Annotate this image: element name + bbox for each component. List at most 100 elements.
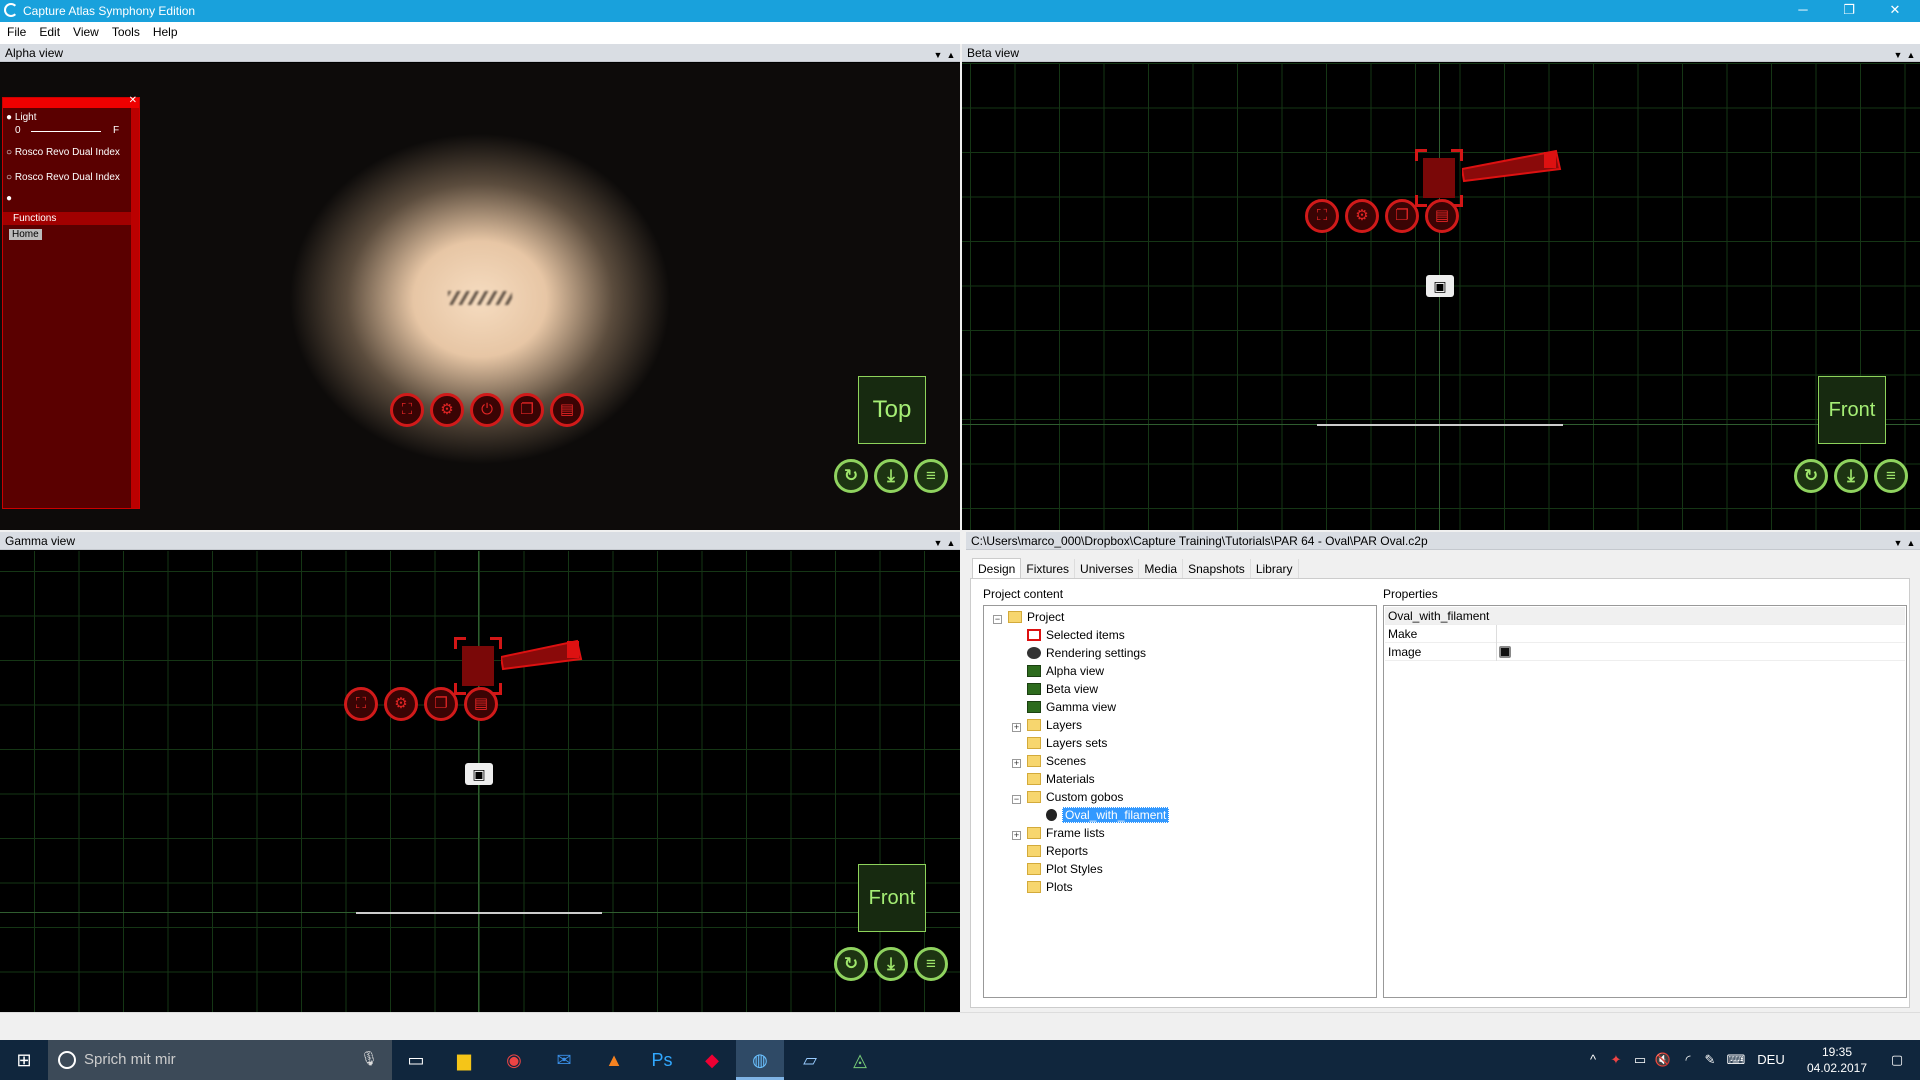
tree-item[interactable]: Frame lists (1027, 826, 1105, 844)
outlook-icon[interactable]: ✉ (540, 1040, 588, 1080)
focus-frame-icon[interactable]: ⛶ (390, 393, 424, 427)
tree-item[interactable]: Custom gobos (1027, 790, 1123, 808)
property-row[interactable]: Make (1385, 625, 1905, 643)
focus-frame-icon[interactable]: ⛶ (1305, 199, 1339, 233)
property-row[interactable]: Image (1385, 643, 1905, 661)
volume-muted-icon[interactable]: 🔇 (1652, 1040, 1674, 1080)
menu-help[interactable]: Help (146, 22, 184, 44)
keyboard-icon[interactable]: ⌨ (1724, 1040, 1748, 1080)
notification-center-icon[interactable]: ▢ (1874, 1040, 1920, 1080)
tilt-icon[interactable]: ⤓ (1834, 459, 1868, 493)
rotate-icon[interactable]: ↻ (834, 947, 868, 981)
home-button[interactable]: Home (9, 229, 42, 240)
project-tree[interactable]: − Project Selected items Rendering settings… (983, 605, 1377, 998)
camera-icon[interactable]: ▣ (1426, 275, 1454, 297)
alpha-viewport[interactable]: ✕ ● Light 0 F ○ Rosco Revo Dual Index ○ … (0, 63, 960, 530)
pin-icon[interactable]: ▼ (933, 538, 943, 548)
tree-item[interactable]: Beta view (1027, 682, 1098, 700)
drawing-app-icon[interactable]: ◬ (836, 1040, 884, 1080)
task-view-icon[interactable]: ▭ (392, 1040, 440, 1080)
menu-icon[interactable]: ≡ (1874, 459, 1908, 493)
document-icon[interactable]: ▤ (1425, 199, 1459, 233)
tilt-icon[interactable]: ⤓ (874, 459, 908, 493)
tray-expand-icon[interactable]: ^ (1584, 1040, 1602, 1080)
pin-icon[interactable]: ▼ (1893, 50, 1903, 60)
document-icon[interactable]: ▤ (550, 393, 584, 427)
copy-icon[interactable]: ❐ (424, 687, 458, 721)
tab-media[interactable]: Media (1139, 559, 1184, 579)
image-thumbnail-icon[interactable] (1499, 646, 1511, 658)
gear-icon[interactable]: ⚙ (430, 393, 464, 427)
tree-item[interactable]: Gamma view (1027, 700, 1116, 718)
rotate-icon[interactable]: ↻ (834, 459, 868, 493)
panel-item-fixture-1[interactable]: ○ Rosco Revo Dual Index (3, 145, 139, 160)
panel-item-light[interactable]: ● Light (3, 110, 139, 125)
maximize-pane-icon[interactable]: ▲ (946, 538, 956, 548)
tab-universes[interactable]: Universes (1075, 559, 1140, 579)
clock[interactable]: 19:35 04.02.2017 (1802, 1044, 1872, 1076)
tree-item[interactable]: Materials (1027, 772, 1095, 790)
tree-item[interactable]: Oval_with_filament (1046, 807, 1170, 826)
tree-expander-icon[interactable]: + (1012, 759, 1021, 768)
pin-icon[interactable]: ▼ (1893, 538, 1903, 548)
copy-icon[interactable]: ❐ (510, 393, 544, 427)
wifi-icon[interactable]: ◜ (1678, 1040, 1698, 1080)
tree-expander-icon[interactable]: + (1012, 723, 1021, 732)
tree-item[interactable]: Alpha view (1027, 664, 1104, 682)
menu-icon[interactable]: ≡ (914, 947, 948, 981)
minimize-button[interactable]: ─ (1780, 0, 1826, 22)
camera-icon[interactable]: ▣ (465, 763, 493, 785)
focus-frame-icon[interactable]: ⛶ (344, 687, 378, 721)
tree-expander-icon[interactable]: + (1012, 831, 1021, 840)
gear-icon[interactable]: ⚙ (1345, 199, 1379, 233)
sketchup-icon[interactable]: ◆ (688, 1040, 736, 1080)
tree-item[interactable]: Project (1008, 610, 1064, 628)
tree-item[interactable]: Plots (1027, 880, 1073, 898)
view-orientation-label[interactable]: Front (1818, 376, 1886, 444)
tree-item[interactable]: Layers sets (1027, 736, 1107, 754)
copy-icon[interactable]: ❐ (1385, 199, 1419, 233)
gear-icon[interactable]: ⚙ (384, 687, 418, 721)
tree-item[interactable]: Reports (1027, 844, 1088, 862)
view-orientation-label[interactable]: Front (858, 864, 926, 932)
tree-item[interactable]: Selected items (1027, 628, 1125, 646)
tree-item[interactable]: Rendering settings (1027, 646, 1146, 664)
vlc-icon[interactable]: ▲ (590, 1040, 638, 1080)
tree-item[interactable]: Plot Styles (1027, 862, 1103, 880)
windows-start-icon[interactable]: ⊞ (0, 1040, 48, 1080)
properties-grid[interactable]: Oval_with_filament Make Image (1383, 605, 1907, 998)
gamma-viewport[interactable]: ⛶ ⚙ ❐ ▤ ▣ Front ↻ ⤓ ≡ (0, 551, 960, 1012)
tilt-icon[interactable]: ⤓ (874, 947, 908, 981)
pin-icon[interactable]: ▼ (933, 50, 943, 60)
close-panel-icon[interactable]: ✕ (129, 95, 137, 106)
maximize-pane-icon[interactable]: ▲ (1906, 538, 1916, 548)
tree-expander-icon[interactable]: − (993, 615, 1002, 624)
photoshop-icon[interactable]: Ps (638, 1040, 686, 1080)
acrobat-tray-icon[interactable]: ✦ (1606, 1040, 1626, 1080)
document-icon[interactable]: ▤ (464, 687, 498, 721)
file-explorer-icon[interactable]: ▆ (440, 1040, 488, 1080)
cortana-search[interactable]: Sprich mit mir 🎙 (48, 1040, 392, 1080)
intensity-slider[interactable]: 0 F (3, 125, 139, 137)
menu-icon[interactable]: ≡ (914, 459, 948, 493)
capture-app-icon[interactable]: ◍ (736, 1040, 784, 1080)
tree-item[interactable]: Layers (1027, 718, 1082, 736)
tree-item[interactable]: Scenes (1027, 754, 1086, 772)
battery-icon[interactable]: ▭ (1630, 1040, 1650, 1080)
microphone-icon[interactable]: 🎙 (360, 1050, 378, 1067)
panel-item-fixture-2[interactable]: ○ Rosco Revo Dual Index (3, 170, 139, 185)
maximize-pane-icon[interactable]: ▲ (1906, 50, 1916, 60)
panel-scrollbar[interactable] (131, 108, 139, 508)
close-button[interactable]: ✕ (1872, 0, 1918, 22)
tab-snapshots[interactable]: Snapshots (1183, 559, 1251, 579)
chrome-icon[interactable]: ◉ (490, 1040, 538, 1080)
restore-button[interactable]: ❐ (1826, 0, 1872, 22)
menu-edit[interactable]: Edit (32, 22, 66, 44)
beta-viewport[interactable]: ⛶ ⚙ ❐ ▤ ▣ Front ↻ ⤓ ≡ (962, 63, 1920, 530)
view-orientation-label[interactable]: Top (858, 376, 926, 444)
power-icon[interactable]: ⏻ (470, 393, 504, 427)
pen-icon[interactable]: ✎ (1700, 1040, 1720, 1080)
tab-design[interactable]: Design (972, 558, 1022, 578)
maximize-pane-icon[interactable]: ▲ (946, 50, 956, 60)
menu-tools[interactable]: Tools (105, 22, 146, 44)
